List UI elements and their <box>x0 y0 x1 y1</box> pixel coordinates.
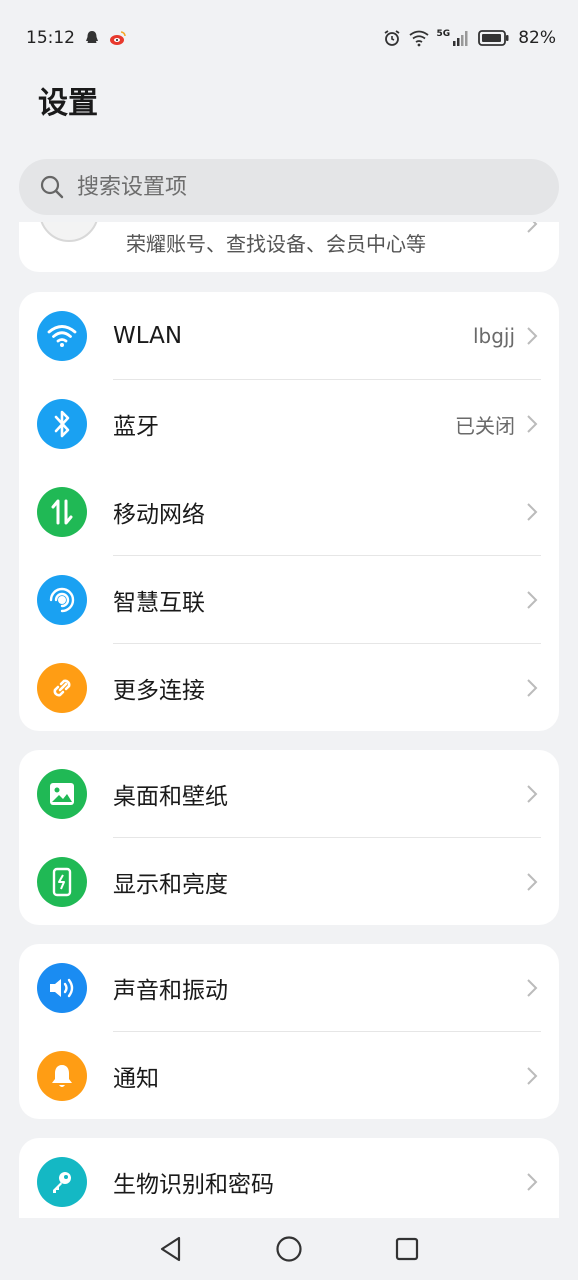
back-button[interactable] <box>156 1234 186 1264</box>
navigation-bar <box>0 1218 578 1280</box>
security-group: 生物识别和密码 <box>19 1138 559 1218</box>
bell-icon <box>37 1051 87 1101</box>
status-time: 15:12 <box>26 28 75 48</box>
settings-item-value: lbgjj <box>472 324 515 348</box>
chevron-right-icon <box>527 785 538 803</box>
chevron-right-icon <box>527 222 538 233</box>
alarm-icon <box>384 30 400 46</box>
settings-item-label: 智慧互联 <box>113 590 205 616</box>
sound-group: 声音和振动 通知 <box>19 944 559 1119</box>
chevron-right-icon <box>527 503 538 521</box>
network-type: 5G <box>436 29 451 39</box>
page-title: 设置 <box>38 86 98 121</box>
home-circle-icon <box>276 1236 302 1262</box>
qq-notification-icon <box>86 31 98 43</box>
settings-item-wallpaper[interactable]: 桌面和壁纸 <box>19 750 559 838</box>
wallpaper-icon <box>37 769 87 819</box>
battery-icon <box>478 30 509 46</box>
settings-item-bluetooth[interactable]: 蓝牙 已关闭 <box>19 380 559 468</box>
recents-square-icon <box>395 1237 419 1261</box>
settings-item-sound[interactable]: 声音和振动 <box>19 944 559 1032</box>
settings-item-value: 已关闭 <box>455 413 515 438</box>
settings-item-label: 桌面和壁纸 <box>113 784 228 810</box>
bluetooth-icon <box>37 399 87 449</box>
wifi-icon <box>37 311 87 361</box>
connectivity-group: WLAN lbgjj 蓝牙 已关闭 移动网络 智慧互联 更多连接 <box>19 292 559 731</box>
wifi-status-icon <box>408 30 429 47</box>
status-bar: 15:12 5G 82% <box>0 0 578 76</box>
settings-item-label: WLAN <box>113 323 183 349</box>
chevron-right-icon <box>527 415 538 433</box>
back-triangle-icon <box>160 1236 181 1262</box>
settings-item-label: 移动网络 <box>113 502 205 528</box>
chevron-right-icon <box>527 1067 538 1085</box>
battery-level: 82% <box>518 28 556 48</box>
display-group: 桌面和壁纸 显示和亮度 <box>19 750 559 925</box>
settings-item-mobile-network[interactable]: 移动网络 <box>19 468 559 556</box>
search-input[interactable] <box>77 174 517 200</box>
settings-item-notifications[interactable]: 通知 <box>19 1032 559 1119</box>
signal-icon <box>453 31 468 46</box>
settings-item-wlan[interactable]: WLAN lbgjj <box>19 292 559 380</box>
settings-item-more-connections[interactable]: 更多连接 <box>19 644 559 731</box>
chevron-right-icon <box>527 327 538 345</box>
chevron-right-icon <box>527 679 538 697</box>
settings-item-smart-connect[interactable]: 智慧互联 <box>19 556 559 644</box>
settings-item-label: 蓝牙 <box>113 414 159 440</box>
search-bar[interactable] <box>19 159 559 215</box>
settings-item-label: 声音和振动 <box>113 978 228 1004</box>
display-icon <box>37 857 87 907</box>
settings-item-label: 更多连接 <box>113 678 205 704</box>
recents-button[interactable] <box>392 1234 422 1264</box>
settings-item-label: 生物识别和密码 <box>113 1172 274 1198</box>
chevron-right-icon <box>527 1173 538 1191</box>
account-subtitle: 荣耀账号、查找设备、会员中心等 <box>126 232 426 256</box>
smart-connect-icon <box>37 575 87 625</box>
avatar <box>39 222 99 242</box>
settings-item-display[interactable]: 显示和亮度 <box>19 838 559 925</box>
status-right: 5G 82% <box>383 28 556 48</box>
home-button[interactable] <box>274 1234 304 1264</box>
sound-icon <box>37 963 87 1013</box>
key-icon <box>37 1157 87 1207</box>
chevron-right-icon <box>527 979 538 997</box>
search-icon <box>40 175 64 199</box>
settings-item-label: 显示和亮度 <box>113 872 228 898</box>
chevron-right-icon <box>527 591 538 609</box>
chevron-right-icon <box>527 873 538 891</box>
account-card[interactable]: 荣耀账号、查找设备、会员中心等 <box>19 222 559 272</box>
link-icon <box>37 663 87 713</box>
settings-item-biometrics[interactable]: 生物识别和密码 <box>19 1138 559 1218</box>
mobile-data-icon <box>37 487 87 537</box>
weibo-notification-icon <box>110 31 126 45</box>
status-left: 15:12 <box>26 28 127 48</box>
settings-item-label: 通知 <box>113 1066 159 1092</box>
